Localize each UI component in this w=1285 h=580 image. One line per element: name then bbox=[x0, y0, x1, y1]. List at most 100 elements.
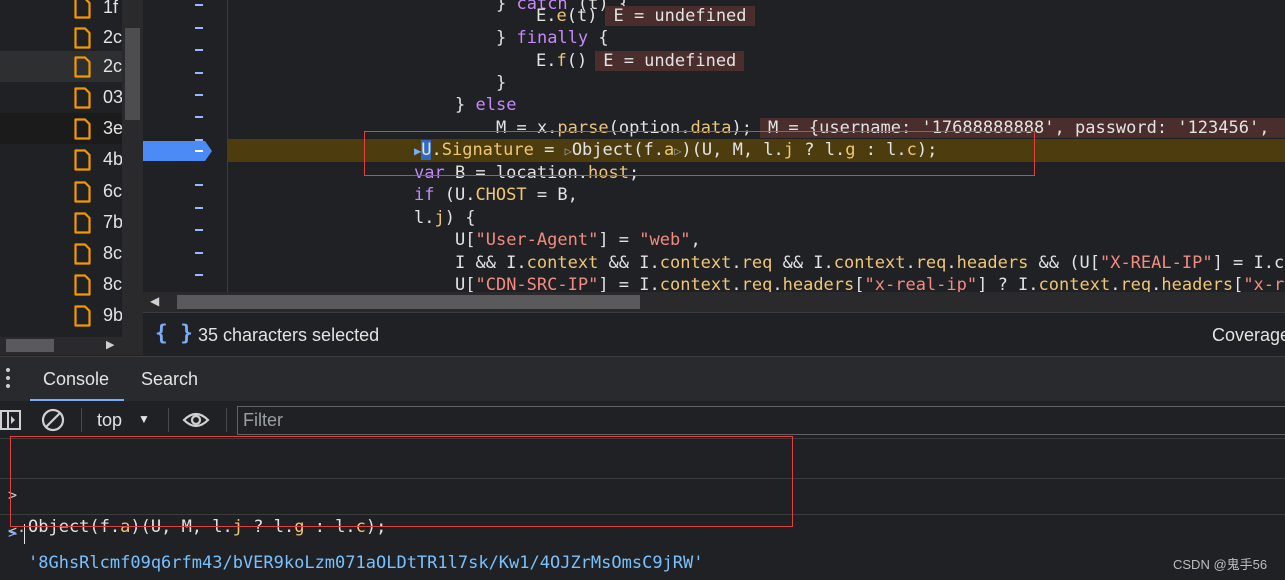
breakpoint-marker-icon[interactable] bbox=[143, 140, 213, 162]
code-line: E.e(t) E = undefined bbox=[228, 5, 1285, 28]
file-item[interactable]: 3e bbox=[0, 113, 123, 144]
coverage-status[interactable]: Coverage bbox=[1212, 325, 1285, 346]
scrollbar-thumb[interactable] bbox=[6, 339, 54, 352]
file-icon bbox=[74, 87, 91, 109]
code-text: E.f() E = undefined bbox=[536, 50, 745, 73]
gutter-line-marker[interactable] bbox=[195, 49, 203, 51]
file-name: 03 bbox=[103, 87, 124, 107]
code-text: I && I.context && I.context.req && I.con… bbox=[455, 252, 1284, 275]
code-token: I && I. bbox=[455, 253, 527, 273]
code-token: . bbox=[731, 275, 742, 292]
more-options-icon[interactable] bbox=[6, 368, 12, 390]
gutter-line-marker[interactable] bbox=[195, 184, 203, 186]
code-token: j bbox=[783, 140, 795, 160]
toolbar-divider bbox=[226, 408, 227, 432]
code-text: } else bbox=[455, 94, 516, 117]
code-text: } finally { bbox=[496, 27, 609, 50]
gutter-line-marker[interactable] bbox=[195, 252, 203, 254]
code-h-scrollbar[interactable]: ◀ bbox=[143, 292, 1285, 312]
prompt-chevron-icon: > bbox=[8, 524, 18, 542]
code-token: . bbox=[731, 253, 742, 273]
code-token: } bbox=[496, 28, 517, 48]
code-token: [ bbox=[854, 275, 865, 292]
gutter-line-marker[interactable] bbox=[195, 274, 203, 276]
code-token: j bbox=[434, 208, 445, 228]
console-input-entry: > Object(f.a)(U, M, l.j ? l.g : l.c); bbox=[0, 447, 1285, 537]
code-token: ] = bbox=[598, 230, 640, 250]
gutter-line-marker[interactable] bbox=[195, 27, 203, 29]
tab-search[interactable]: Search bbox=[141, 369, 198, 390]
code-token: && I. bbox=[772, 253, 834, 273]
file-item[interactable]: 2c bbox=[0, 22, 122, 53]
file-name: 6c bbox=[103, 181, 123, 201]
code-token: "web" bbox=[639, 230, 691, 250]
file-item[interactable]: 6c bbox=[0, 176, 122, 207]
code-token: if bbox=[414, 185, 435, 205]
code-token: ; bbox=[628, 163, 640, 183]
code-line: M = x.parse(option.data); M = {username: … bbox=[228, 117, 1285, 140]
code-token: . bbox=[905, 253, 916, 273]
gutter-line-marker[interactable] bbox=[195, 4, 203, 6]
file-item[interactable]: 7b bbox=[0, 207, 123, 238]
code-token: context bbox=[659, 253, 732, 273]
scroll-right-arrow-icon[interactable]: ▶ bbox=[106, 338, 114, 351]
code-token: ); bbox=[916, 140, 938, 160]
file-list-scrollbar[interactable] bbox=[122, 0, 143, 337]
file-item[interactable]: 8c bbox=[0, 238, 122, 269]
code-token: req bbox=[741, 253, 773, 273]
code-token: var bbox=[414, 163, 445, 183]
gutter-line-marker[interactable] bbox=[195, 229, 203, 231]
code-token: context bbox=[1038, 275, 1111, 292]
file-item[interactable]: 8c bbox=[0, 269, 122, 300]
code-token: B = location. bbox=[444, 163, 589, 183]
file-list-h-scrollbar[interactable]: ▶ bbox=[0, 337, 143, 355]
code-token: req bbox=[1120, 275, 1152, 292]
code-token: Signature bbox=[441, 140, 534, 160]
code-token: ) { bbox=[444, 208, 476, 228]
scrollbar-thumb[interactable] bbox=[125, 28, 140, 120]
context-selector[interactable]: top bbox=[97, 410, 122, 431]
code-token: && (U[ bbox=[1028, 253, 1100, 273]
code-token: U bbox=[421, 140, 432, 160]
file-item[interactable]: 4b bbox=[0, 144, 123, 175]
pretty-print-icon[interactable]: { } bbox=[155, 321, 193, 345]
gutter-line-marker[interactable] bbox=[195, 207, 203, 209]
code-text: U["User-Agent"] = "web", bbox=[455, 229, 701, 252]
scroll-left-arrow-icon[interactable]: ◀ bbox=[150, 294, 159, 308]
code-text: if (U.CHOST = B, bbox=[414, 184, 578, 207]
code-token: data bbox=[690, 118, 732, 138]
console-output[interactable]: > Object(f.a)(U, M, l.j ? l.g : l.c); <·… bbox=[0, 439, 1285, 580]
gutter-line-marker[interactable] bbox=[195, 116, 203, 118]
inline-breakpoint-icon[interactable]: ▷ bbox=[565, 144, 572, 158]
filter-input[interactable] bbox=[237, 406, 1285, 435]
inline-value-badge: E = undefined bbox=[605, 6, 755, 26]
tab-console[interactable]: Console bbox=[43, 369, 109, 390]
sidebar-toggle-icon[interactable] bbox=[0, 410, 22, 430]
file-icon bbox=[74, 181, 91, 203]
live-expression-eye-icon[interactable] bbox=[182, 409, 210, 431]
inline-value-badge: M = {username: '17688888888', password: … bbox=[759, 118, 1285, 138]
clear-console-icon[interactable] bbox=[41, 408, 65, 432]
code-token: "x-r bbox=[1243, 275, 1285, 292]
paused-code-line: ▶U.Signature = ▷Object(f.a▷)(U, M, l.j ?… bbox=[228, 139, 1285, 162]
inline-value-badge: E = undefined bbox=[595, 51, 745, 71]
code-editor[interactable]: } catch (t) {E.e(t) E = undefined} finall… bbox=[228, 0, 1285, 292]
file-name: 2c bbox=[103, 56, 123, 76]
code-token: "User-Agent" bbox=[475, 230, 599, 250]
file-item[interactable]: 1f bbox=[0, 0, 122, 23]
line-gutter[interactable] bbox=[143, 0, 228, 299]
code-token: context bbox=[659, 275, 732, 292]
code-token: (t) bbox=[566, 6, 598, 26]
file-item[interactable]: 2c bbox=[0, 51, 122, 82]
scrollbar-thumb[interactable] bbox=[177, 295, 640, 309]
console-prompt[interactable]: > bbox=[0, 519, 1285, 547]
file-icon bbox=[74, 212, 91, 234]
code-line: l.j) { bbox=[228, 207, 1285, 230]
gutter-line-marker[interactable] bbox=[195, 72, 203, 74]
code-token: ] = I. bbox=[598, 275, 660, 292]
code-line: U["User-Agent"] = "web", bbox=[228, 229, 1285, 252]
gutter-line-marker[interactable] bbox=[195, 94, 203, 96]
dropdown-arrow-icon[interactable]: ▼ bbox=[138, 412, 150, 426]
file-item[interactable]: 03 bbox=[0, 82, 124, 113]
file-item[interactable]: 9b bbox=[0, 300, 123, 331]
